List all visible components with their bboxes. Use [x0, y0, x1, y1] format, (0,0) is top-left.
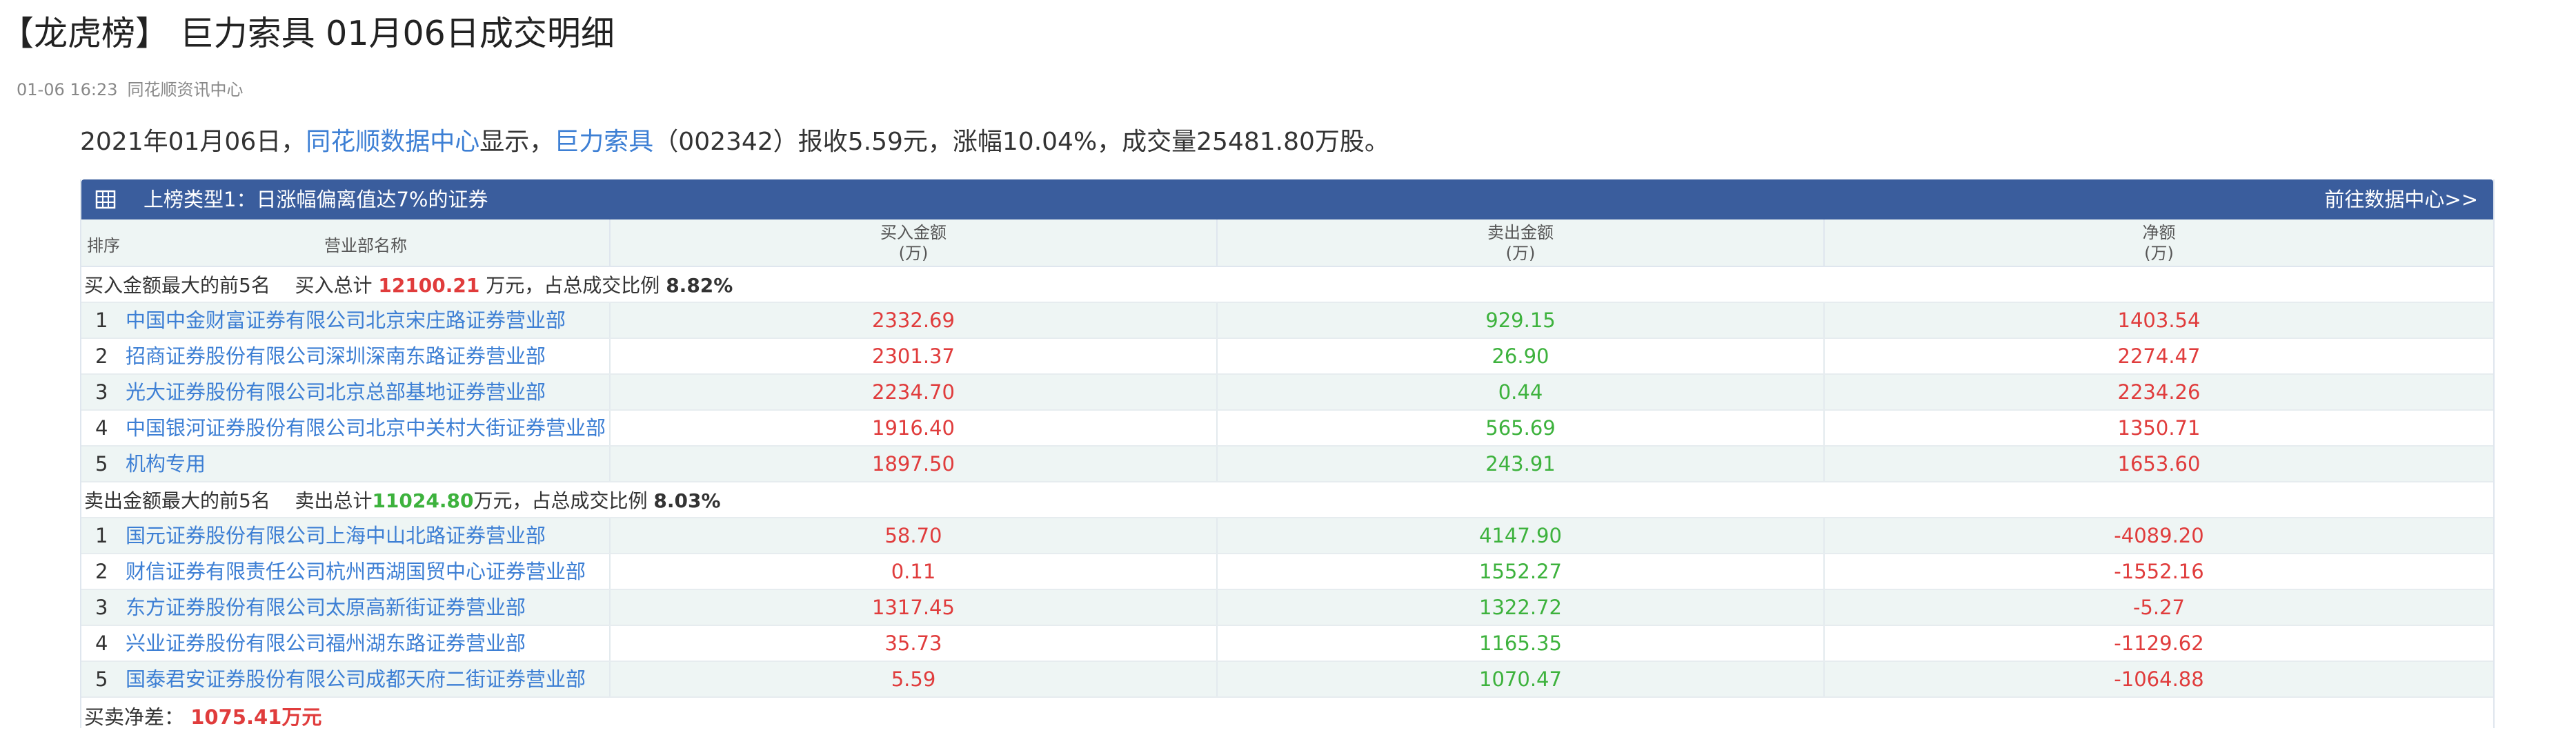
sell-amount-cell: 4147.90	[1217, 518, 1825, 554]
buy-unit-text: 万元，占总成交比例	[486, 274, 660, 297]
table-body: 买入金额最大的前5名 买入总计 12100.21 万元，占总成交比例 8.82%…	[81, 266, 2493, 733]
rank-cell: 5	[95, 667, 108, 691]
dept-link[interactable]: 光大证券股份有限公司北京总部基地证券营业部	[126, 375, 546, 409]
net-amount-cell: -4089.20	[1824, 518, 2493, 554]
net-amount-cell: 2234.26	[1824, 374, 2493, 411]
net-amount-cell: 2274.47	[1824, 338, 2493, 375]
buy-amount-cell: 2332.69	[610, 302, 1218, 339]
net-diff-label: 买卖净差：	[84, 705, 185, 729]
intro-prefix: 2021年01月06日，	[80, 128, 306, 156]
dept-link[interactable]: 国泰君安证券股份有限公司成都天府二街证券营业部	[126, 662, 586, 696]
dept-link[interactable]: 兴业证券股份有限公司福州湖东路证券营业部	[126, 626, 526, 661]
buy-amount-cell: 0.11	[610, 554, 1218, 590]
buy-amount-cell: 35.73	[610, 625, 1218, 662]
buy-total-value: 12100.21	[378, 274, 480, 297]
intro-suffix: （002342）报收5.59元，涨幅10.04%，成交量25481.80万股。	[653, 128, 1389, 156]
net-amount-cell: -1552.16	[1824, 554, 2493, 590]
dept-link[interactable]: 中国银河证券股份有限公司北京中关村大街证券营业部	[126, 411, 606, 445]
dept-link[interactable]: 机构专用	[126, 447, 206, 481]
buy-amount-cell: 5.59	[610, 661, 1218, 698]
dept-link[interactable]: 财信证券有限责任公司杭州西湖国贸中心证券营业部	[126, 554, 586, 589]
table-row: 3 东方证券股份有限公司太原高新街证券营业部 1317.45 1322.72 -5.27	[81, 589, 2493, 626]
dept-link[interactable]: 国元证券股份有限公司上海中山北路证券营业部	[126, 518, 546, 553]
data-center-link[interactable]: 同花顺数据中心	[306, 128, 479, 156]
sell-group-row: 卖出金额最大的前5名 卖出总计11024.80万元，占总成交比例 8.03%	[81, 482, 2493, 518]
sell-ratio: 8.03%	[653, 489, 721, 512]
board-title: 上榜类型1：日涨幅偏离值达7%的证券	[143, 188, 488, 211]
sell-amount-cell: 929.15	[1217, 302, 1825, 339]
rank-cell: 3	[95, 380, 108, 404]
table-row: 4 兴业证券股份有限公司福州湖东路证券营业部 35.73 1165.35 -1129.6…	[81, 625, 2493, 662]
sell-amount-cell: 0.44	[1217, 374, 1825, 411]
sell-total-value: 11024.80	[372, 489, 474, 512]
intro-mid: 显示，	[479, 128, 555, 156]
sell-amount-cell: 243.91	[1217, 446, 1825, 482]
sell-amount-cell: 1322.72	[1217, 589, 1825, 626]
table-row: 2 招商证券股份有限公司深圳深南东路证券营业部 2301.37 26.90 2274.4…	[81, 338, 2493, 375]
buy-amount-cell: 1897.50	[610, 446, 1218, 482]
intro-paragraph: 2021年01月06日，同花顺数据中心显示，巨力索具（002342）报收5.59…	[80, 123, 1389, 162]
sell-amount-cell: 26.90	[1217, 338, 1825, 375]
dept-link[interactable]: 中国中金财富证券有限公司北京宋庄路证券营业部	[126, 303, 566, 338]
net-amount-cell: 1653.60	[1824, 446, 2493, 482]
sell-amount-cell: 1070.47	[1217, 661, 1825, 698]
buy-amount-cell: 58.70	[610, 518, 1218, 554]
trade-detail-table: 排序 营业部名称 买入金额 (万) 卖出金额 (万) 净额 (万) 买入金额最大…	[81, 219, 2493, 733]
sell-amount-cell: 565.69	[1217, 410, 1825, 447]
article-source[interactable]: 同花顺资讯中心	[128, 80, 244, 99]
buy-total-label: 买入总计	[295, 274, 373, 297]
board-header: 上榜类型1：日涨幅偏离值达7%的证券 前往数据中心>>	[81, 179, 2493, 219]
buy-amount-cell: 1916.40	[610, 410, 1218, 447]
sell-amount-cell: 1165.35	[1217, 625, 1825, 662]
header-rank: 排序	[87, 236, 120, 255]
header-dept: 营业部名称	[324, 236, 407, 255]
goto-data-center-link[interactable]: 前往数据中心>>	[2324, 179, 2478, 219]
dragon-tiger-board: 上榜类型1：日涨幅偏离值达7%的证券 前往数据中心>> 排序 营业部名称 买入金…	[80, 179, 2495, 729]
net-amount-cell: 1350.71	[1824, 410, 2493, 447]
rank-cell: 3	[95, 596, 108, 619]
net-amount-cell: -1129.62	[1824, 625, 2493, 662]
rank-cell: 5	[95, 452, 108, 476]
header-sell: 卖出金额 (万)	[1217, 219, 1825, 267]
article-title: 【龙虎榜】 巨力索具 01月06日成交明细	[0, 14, 615, 53]
table-row: 3 光大证券股份有限公司北京总部基地证券营业部 2234.70 0.44 2234.26	[81, 374, 2493, 411]
rank-cell: 1	[95, 309, 108, 332]
header-net: 净额 (万)	[1824, 219, 2493, 267]
buy-amount-cell: 2301.37	[610, 338, 1218, 375]
sell-amount-cell: 1552.27	[1217, 554, 1825, 590]
net-diff-value: 1075.41万元	[190, 705, 322, 729]
stock-link[interactable]: 巨力索具	[554, 128, 653, 156]
table-row: 4 中国银河证券股份有限公司北京中关村大街证券营业部 1916.40 565.69 13…	[81, 410, 2493, 447]
table-row: 5 机构专用 1897.50 243.91 1653.60	[81, 446, 2493, 482]
net-amount-cell: -1064.88	[1824, 661, 2493, 698]
table-header-row: 排序 营业部名称 买入金额 (万) 卖出金额 (万) 净额 (万)	[81, 219, 2493, 267]
net-amount-cell: 1403.54	[1824, 302, 2493, 339]
rank-cell: 2	[95, 344, 108, 368]
dept-link[interactable]: 东方证券股份有限公司太原高新街证券营业部	[126, 590, 526, 625]
sell-group-label: 卖出金额最大的前5名	[84, 489, 270, 512]
rank-cell: 2	[95, 560, 108, 583]
buy-group-label: 买入金额最大的前5名	[84, 274, 270, 297]
table-grid-icon	[95, 190, 116, 209]
sell-total-label: 卖出总计	[295, 489, 373, 512]
header-rank-dept: 排序 营业部名称	[81, 219, 611, 267]
rank-cell: 4	[95, 416, 108, 440]
table-row: 2 财信证券有限责任公司杭州西湖国贸中心证券营业部 0.11 1552.27 -1552…	[81, 554, 2493, 590]
rank-cell: 4	[95, 632, 108, 655]
publish-time: 01-06 16:23	[17, 80, 118, 99]
table-row: 5 国泰君安证券股份有限公司成都天府二街证券营业部 5.59 1070.47 -1064…	[81, 661, 2493, 698]
net-amount-cell: -5.27	[1824, 589, 2493, 626]
sell-unit-text: 万元，占总成交比例	[473, 489, 648, 512]
table-row: 1 中国中金财富证券有限公司北京宋庄路证券营业部 2332.69 929.15 1403…	[81, 302, 2493, 339]
buy-amount-cell: 1317.45	[610, 589, 1218, 626]
buy-ratio: 8.82%	[666, 274, 733, 297]
rank-cell: 1	[95, 524, 108, 547]
buy-group-row: 买入金额最大的前5名 买入总计 12100.21 万元，占总成交比例 8.82%	[81, 266, 2493, 303]
header-buy: 买入金额 (万)	[610, 219, 1218, 267]
dept-link[interactable]: 招商证券股份有限公司深圳深南东路证券营业部	[126, 339, 546, 373]
table-row: 1 国元证券股份有限公司上海中山北路证券营业部 58.70 4147.90 -4089.…	[81, 518, 2493, 554]
buy-amount-cell: 2234.70	[610, 374, 1218, 411]
article-meta: 01-06 16:23 同花顺资讯中心	[17, 76, 244, 100]
net-diff-row: 买卖净差： 1075.41万元	[81, 697, 2493, 733]
